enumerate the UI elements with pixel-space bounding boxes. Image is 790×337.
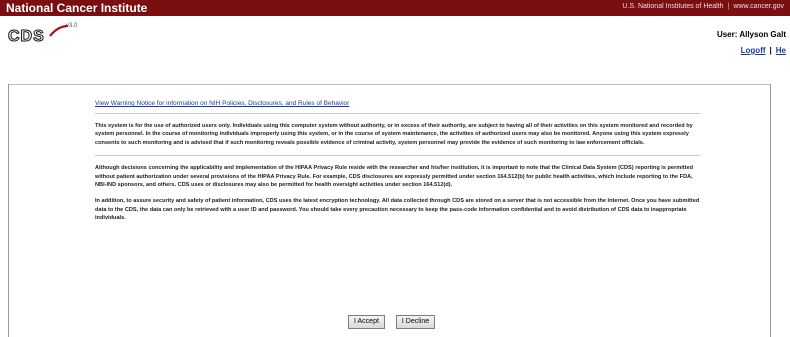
cds-logo: CDS v3.0 bbox=[8, 23, 78, 48]
consent-buttons: I Accept I Decline bbox=[348, 315, 436, 329]
nci-title[interactable]: National Cancer Institute bbox=[6, 1, 147, 15]
logo-text: CDS bbox=[8, 28, 45, 46]
link-separator: | bbox=[769, 46, 772, 55]
notice-panel: View Warning Notice for information on N… bbox=[95, 100, 700, 231]
nci-links: U.S. National Institutes of Health | www.c… bbox=[622, 3, 784, 10]
divider bbox=[95, 113, 700, 114]
logoff-link[interactable]: Logoff bbox=[741, 46, 766, 55]
link-separator: | bbox=[727, 3, 730, 10]
app-header: CDS v3.0 User: Allyson Galt Logoff | He bbox=[0, 16, 790, 84]
nci-banner: National Cancer Institute U.S. National … bbox=[0, 0, 790, 16]
help-link[interactable]: He bbox=[776, 46, 786, 55]
nih-link[interactable]: U.S. National Institutes of Health bbox=[622, 3, 723, 10]
warning-notice-link[interactable]: View Warning Notice for information on N… bbox=[95, 100, 700, 107]
frame-top-border bbox=[8, 84, 771, 85]
user-links: Logoff | He bbox=[741, 46, 786, 55]
frame-left-border bbox=[8, 84, 9, 337]
divider bbox=[95, 155, 700, 157]
user-label: User: Allyson Galt bbox=[716, 30, 786, 39]
frame-right-border bbox=[770, 84, 771, 337]
logo-version: v3.0 bbox=[66, 23, 78, 29]
cancer-gov-link[interactable]: www.cancer.gov bbox=[733, 3, 784, 10]
hipaa-paragraph: Although decisions concerning the applic… bbox=[95, 165, 694, 189]
security-paragraph: In addition, to assure security and safe… bbox=[95, 198, 700, 222]
accept-button[interactable]: I Accept bbox=[348, 315, 385, 329]
decline-button[interactable]: I Decline bbox=[395, 315, 436, 329]
authorized-use-paragraph: This system is for the use of authorized… bbox=[95, 123, 693, 146]
